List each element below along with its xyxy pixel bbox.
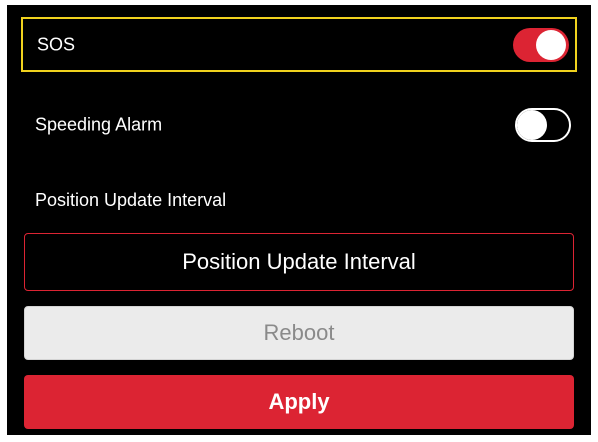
- position-update-interval-button[interactable]: Position Update Interval: [24, 233, 574, 291]
- sos-toggle[interactable]: [513, 27, 569, 62]
- speeding-alarm-label: Speeding Alarm: [35, 114, 163, 134]
- speeding-alarm-toggle[interactable]: [515, 107, 571, 142]
- sos-label: SOS: [37, 34, 76, 54]
- position-update-interval-heading: Position Update Interval: [35, 190, 227, 210]
- toggle-knob-icon: [536, 29, 566, 60]
- apply-button[interactable]: Apply: [24, 375, 574, 429]
- reboot-button[interactable]: Reboot: [24, 306, 574, 360]
- sos-row[interactable]: SOS: [21, 17, 577, 72]
- settings-panel: SOS Speeding Alarm Position Update Inter…: [7, 5, 591, 435]
- toggle-knob-icon: [517, 109, 547, 140]
- speeding-alarm-row[interactable]: Speeding Alarm: [21, 97, 577, 152]
